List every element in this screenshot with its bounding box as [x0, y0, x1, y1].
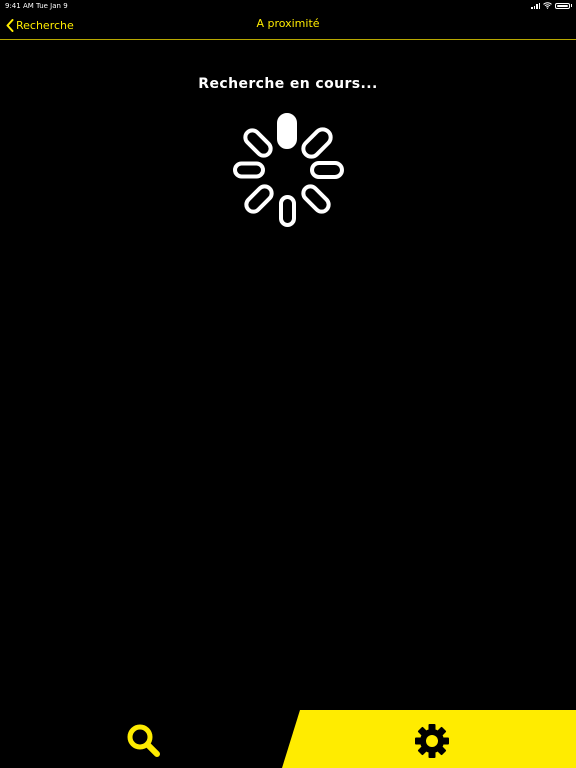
- nav-bar: Recherche A proximité: [0, 12, 576, 40]
- battery-tip: [571, 4, 572, 7]
- battery-icon: [555, 2, 570, 9]
- status-bar: 9:41 AM Tue Jan 9: [0, 0, 576, 12]
- page-title: A proximité: [256, 17, 320, 30]
- tab-settings-background: [282, 710, 576, 768]
- gear-icon[interactable]: [413, 722, 451, 760]
- loading-spinner-icon: [233, 113, 344, 227]
- loading-text: Recherche en cours...: [198, 76, 378, 92]
- tab-bar: [0, 710, 576, 768]
- screen: 9:41 AM Tue Jan 9 Recherche A proximité: [0, 0, 576, 768]
- signal-icon: [531, 2, 540, 9]
- status-icons: [531, 2, 572, 9]
- status-date: Tue Jan 9: [36, 2, 68, 10]
- status-time: 9:41 AM: [5, 2, 34, 10]
- wifi-icon: [543, 2, 552, 9]
- search-icon[interactable]: [125, 722, 163, 760]
